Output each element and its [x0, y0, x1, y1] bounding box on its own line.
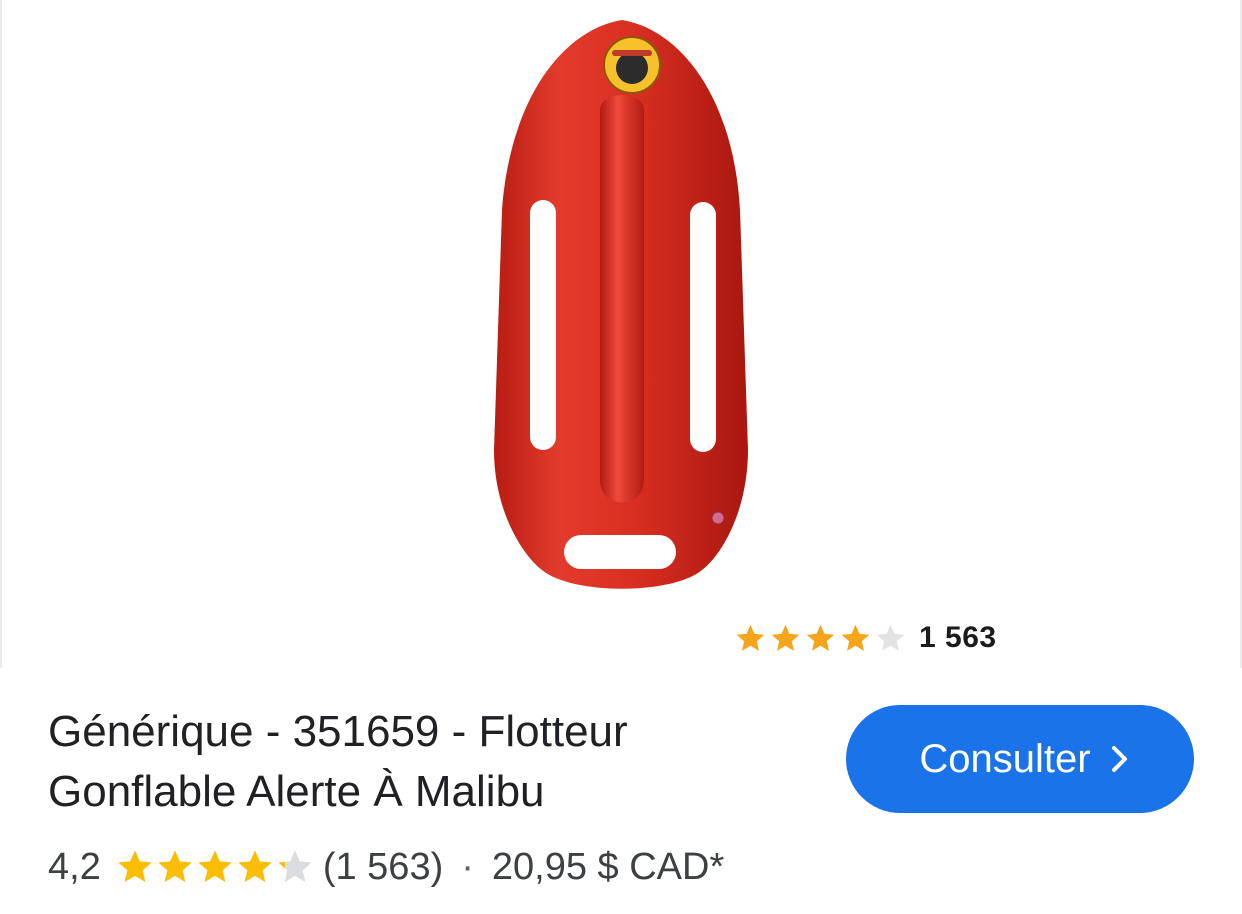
product-title[interactable]: Générique - 351659 - Flotteur Gonflable … [48, 702, 808, 822]
product-image [494, 20, 748, 589]
star-icon [806, 624, 835, 651]
star-icon [736, 624, 765, 651]
product-image-area[interactable]: 1 563 [0, 0, 1242, 668]
price: 20,95 $ CAD* [491, 845, 725, 888]
image-review-count: 1 563 [919, 621, 997, 654]
star-icon [238, 850, 272, 882]
star-icon [771, 624, 800, 651]
rating-value: 4,2 [48, 845, 101, 888]
review-count[interactable]: (1 563) [323, 846, 443, 889]
chevron-right-icon [1111, 746, 1127, 772]
image-rating-overlay: 1 563 [734, 616, 997, 660]
star-icon [118, 850, 152, 882]
star-icon [278, 850, 312, 882]
star-icon [841, 624, 870, 651]
image-star-rating [734, 622, 907, 655]
star-icon [158, 850, 192, 882]
separator: · [461, 845, 474, 888]
consult-button-label: Consulter [919, 736, 1091, 781]
consult-button[interactable]: Consulter [846, 705, 1194, 813]
star-rating [115, 847, 315, 887]
star-icon [876, 624, 905, 651]
product-meta-row: 4,2 (1 563) · 20,95 $ CAD* [48, 840, 724, 894]
star-icon [198, 850, 232, 882]
